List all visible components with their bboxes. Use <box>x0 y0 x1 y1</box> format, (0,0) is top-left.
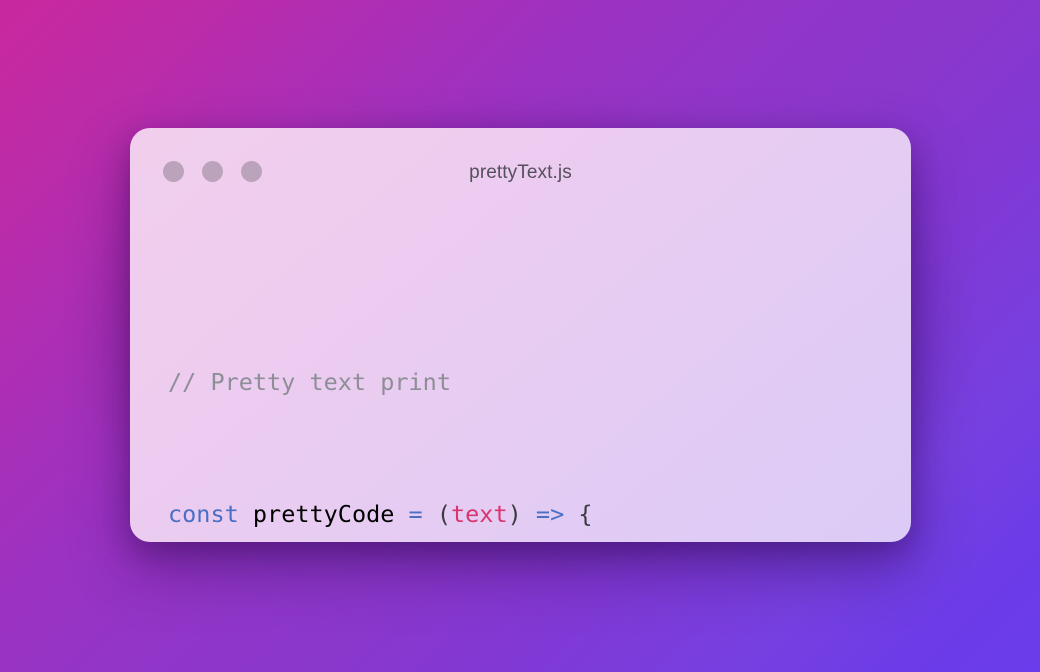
code-token-operator: => <box>535 500 565 528</box>
code-token-keyword: const <box>168 500 239 528</box>
code-window-card: prettyText.js // Pretty text print const… <box>130 128 911 542</box>
window-title-bar: prettyText.js <box>130 128 911 216</box>
code-token-punct: { <box>578 500 593 528</box>
code-line: const prettyCode = (text) => { <box>168 492 911 536</box>
code-token-comment: // Pretty text print <box>168 368 451 396</box>
code-token-operator: = <box>408 500 423 528</box>
code-token-punct: ( <box>436 500 452 528</box>
code-token-function: prettyCode <box>252 500 395 528</box>
code-token-param: text <box>451 500 508 528</box>
code-line: // Pretty text print <box>168 360 911 404</box>
code-token-punct: ) <box>507 500 522 528</box>
code-editor-content[interactable]: // Pretty text print const prettyCode = … <box>130 216 911 542</box>
window-title-label: prettyText.js <box>469 162 572 183</box>
